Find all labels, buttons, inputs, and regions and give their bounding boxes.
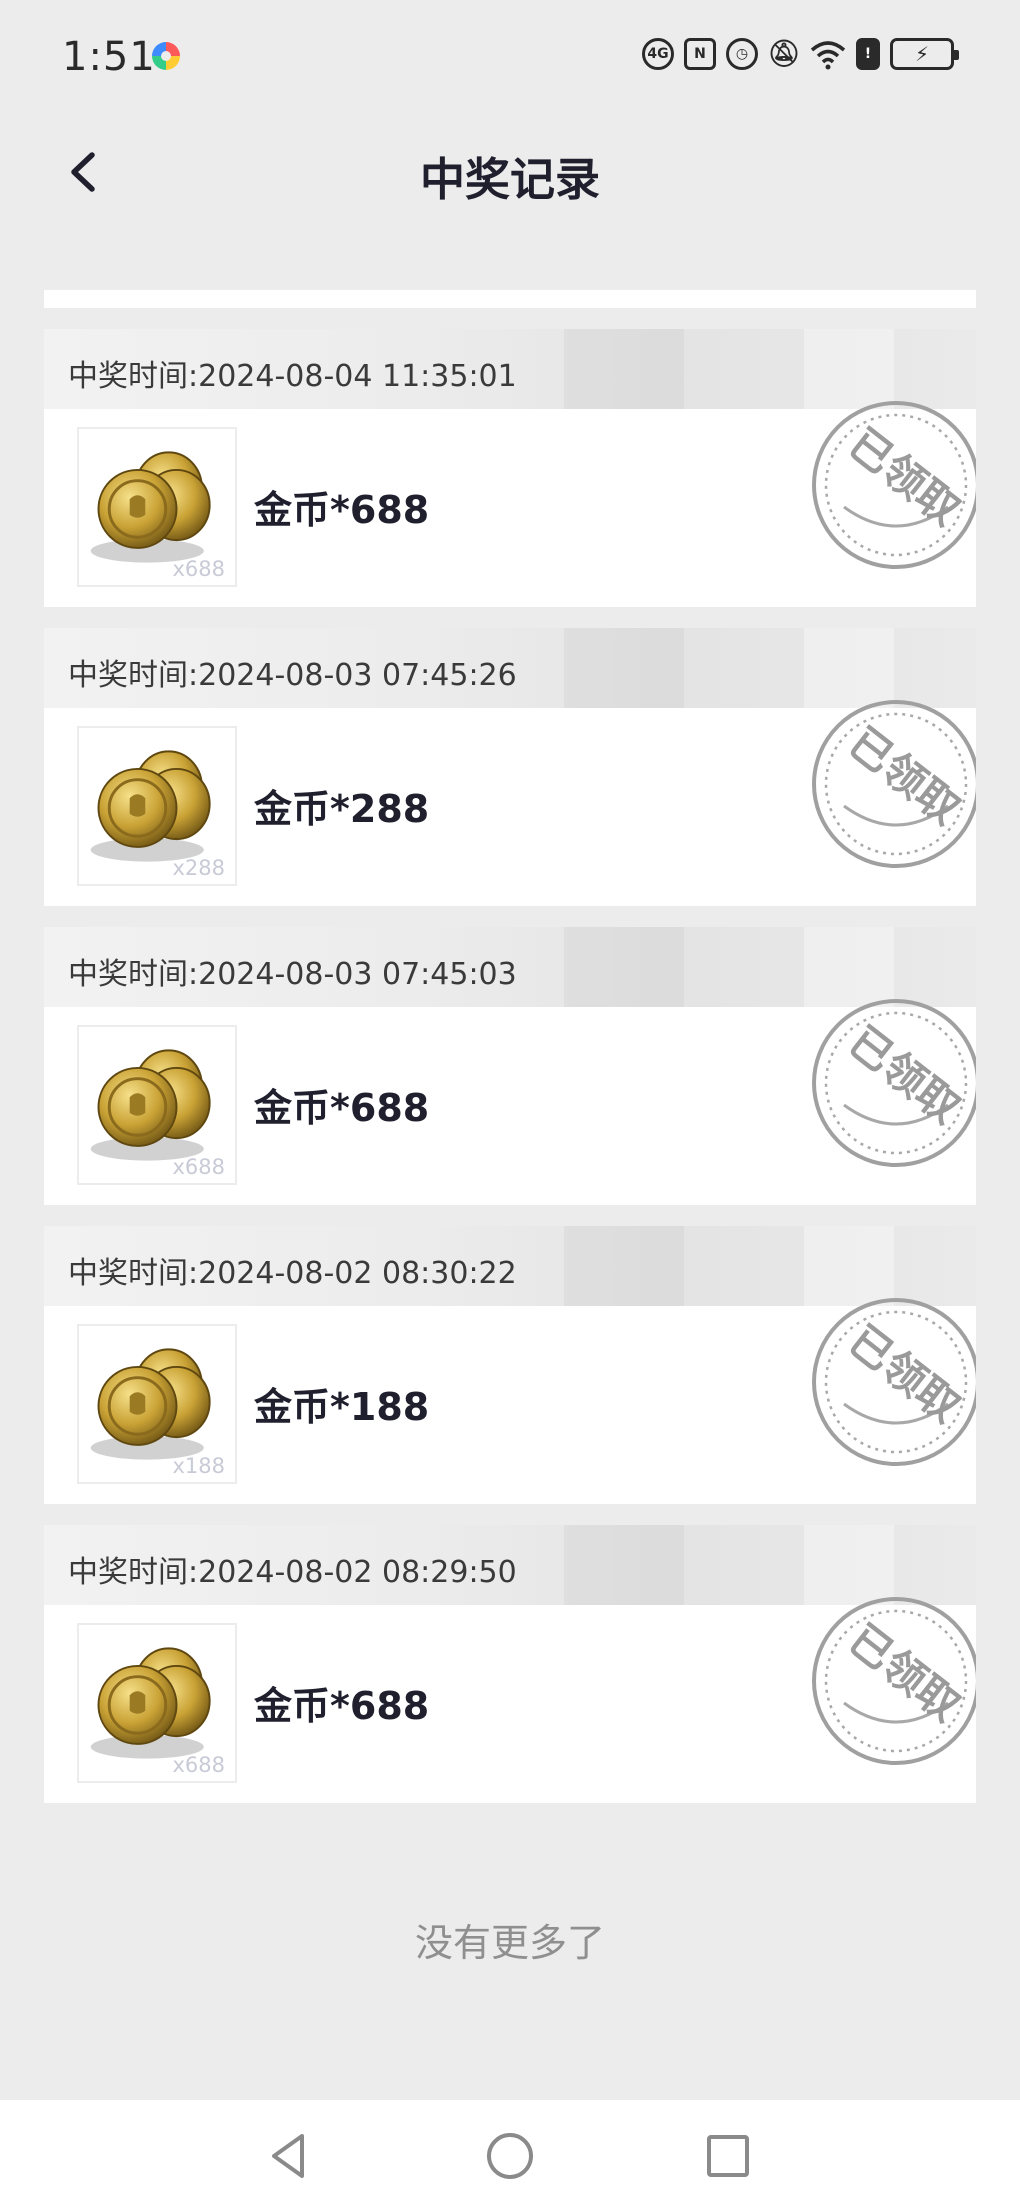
record-body: x688 金币*688 已领取 [44,1597,976,1803]
app-notification-icon [152,42,180,70]
record-body: x688 金币*688 已领取 [44,999,976,1205]
reward-name: 金币*188 [254,1385,430,1429]
record-card[interactable]: 中奖时间:2024-08-03 07:45:26 x288 金币*288 已领取 [44,628,976,906]
reward-name: 金币*688 [254,1684,430,1728]
status-time: 1:51 [62,34,156,80]
status-icons: 4G N ◷ 🔕︎ ! ⚡ [642,38,959,70]
recents-square-icon[interactable] [700,2128,756,2184]
record-card[interactable]: 中奖时间:2024-08-04 11:35:01 x688 金币*688 已领取 [44,329,976,607]
reward-thumbnail: x188 [77,1324,237,1484]
reward-thumbnail: x688 [77,427,237,587]
reward-qty-label: x688 [172,1753,225,1777]
hd-icon: 4G [642,38,674,70]
record-card[interactable]: 中奖时间:2024-08-03 07:45:03 x688 金币*688 已领取 [44,927,976,1205]
records-list[interactable]: 中奖时间:2024-08-02 08:32:10x188金币*188已领取中奖时… [44,290,976,1855]
battery-charging-icon: ⚡ [890,38,959,70]
reward-name: 金币*688 [254,1086,430,1130]
mute-icon: 🔕︎ [767,39,801,69]
claimed-stamp: 已领取 [812,999,976,1167]
records-list-inner: 中奖时间:2024-08-02 08:32:10x188金币*188已领取中奖时… [44,290,976,1824]
claimed-stamp: 已领取 [812,1298,976,1466]
record-body: x688 金币*688 已领取 [44,401,976,607]
claimed-stamp: 已领取 [812,700,976,868]
alarm-icon: ◷ [726,38,758,70]
record-card[interactable]: 中奖时间:2024-08-02 08:30:22 x188 金币*188 已领取 [44,1226,976,1504]
reward-name: 金币*688 [254,488,430,532]
claimed-stamp: 已领取 [812,401,976,569]
alert-icon: ! [856,38,880,70]
record-time: 中奖时间:2024-08-02 08:29:50 [68,1555,517,1590]
page-title: 中奖记录 [419,153,600,206]
record-time: 中奖时间:2024-08-03 07:45:26 [68,658,517,693]
reward-qty-label: x288 [172,856,225,880]
reward-name: 金币*288 [254,787,430,831]
reward-thumbnail: x688 [77,1025,237,1185]
record-body: x188金币*188已领取 [44,290,976,308]
reward-qty-label: x188 [172,1454,225,1478]
record-body: x288 金币*288 已领取 [44,700,976,906]
reward-thumbnail: x288 [77,726,237,886]
navigation-bar [0,2100,1020,2210]
record-time: 中奖时间:2024-08-04 11:35:01 [68,359,517,394]
nfc-icon: N [684,38,716,70]
reward-thumbnail: x688 [77,1623,237,1783]
home-circle-icon[interactable] [482,2128,538,2184]
record-time: 中奖时间:2024-08-02 08:30:22 [68,1256,517,1291]
status-bar: 1:51 4G N ◷ 🔕︎ ! ⚡ [0,0,1020,115]
reward-qty-label: x688 [172,557,225,581]
header: 中奖记录 [0,115,1020,233]
no-more-text: 没有更多了 [414,1921,605,1965]
record-card[interactable]: 中奖时间:2024-08-02 08:32:10x188金币*188已领取 [44,290,976,308]
claimed-stamp: 已领取 [812,1597,976,1765]
record-body: x188 金币*188 已领取 [44,1298,976,1504]
record-time: 中奖时间:2024-08-03 07:45:03 [68,957,517,992]
wifi-icon [810,41,846,70]
back-triangle-icon[interactable] [262,2128,318,2184]
record-card[interactable]: 中奖时间:2024-08-02 08:29:50 x688 金币*688 已领取 [44,1525,976,1803]
reward-qty-label: x688 [172,1155,225,1179]
